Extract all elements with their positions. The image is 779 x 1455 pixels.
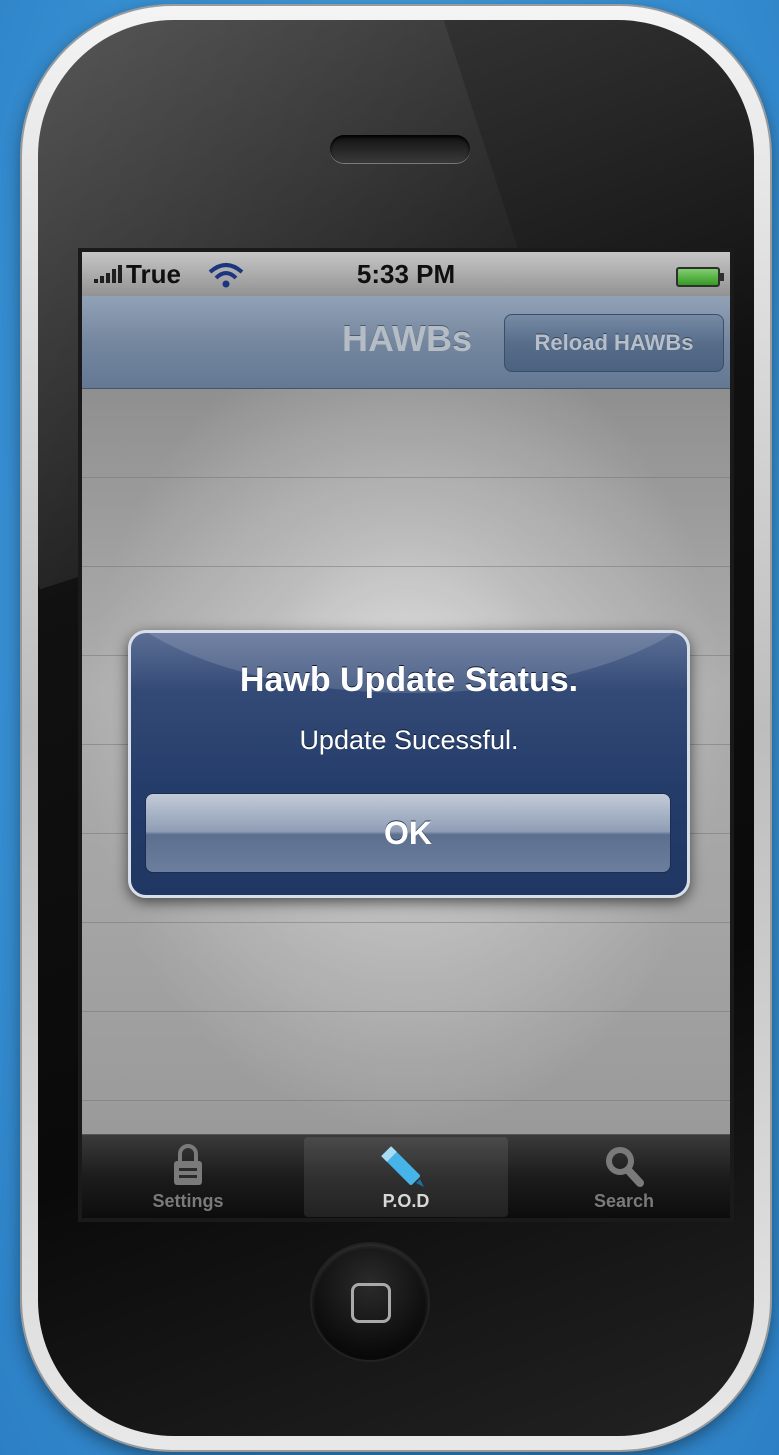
ok-button[interactable]: OK: [145, 793, 671, 873]
earpiece-speaker: [330, 135, 470, 163]
tab-pod[interactable]: P.O.D: [304, 1137, 508, 1217]
alert-title: Hawb Update Status.: [239, 661, 579, 699]
tab-search[interactable]: Search: [522, 1137, 726, 1217]
phone-bezel: True 5:33 PM HAWBs Reload HAWBs Hawb Upd…: [38, 20, 754, 1436]
lock-icon: [174, 1144, 202, 1185]
home-square-icon: [351, 1283, 391, 1323]
home-button[interactable]: [312, 1244, 428, 1360]
magnifier-icon: [606, 1147, 644, 1187]
iphone-device: True 5:33 PM HAWBs Reload HAWBs Hawb Upd…: [22, 6, 770, 1450]
tab-label: P.O.D: [382, 1191, 430, 1211]
tab-label: Settings: [152, 1191, 224, 1211]
device-screen: True 5:33 PM HAWBs Reload HAWBs Hawb Upd…: [82, 252, 730, 1218]
tab-settings[interactable]: Settings: [86, 1137, 290, 1217]
tab-label: Search: [593, 1191, 655, 1211]
update-status-alert: Hawb Update Status. Update Sucessful. OK: [128, 630, 690, 898]
alert-message: Update Sucessful.: [299, 725, 519, 755]
tab-bar: Settings P.O.D Search: [82, 1134, 730, 1218]
pencil-icon: [381, 1146, 424, 1187]
